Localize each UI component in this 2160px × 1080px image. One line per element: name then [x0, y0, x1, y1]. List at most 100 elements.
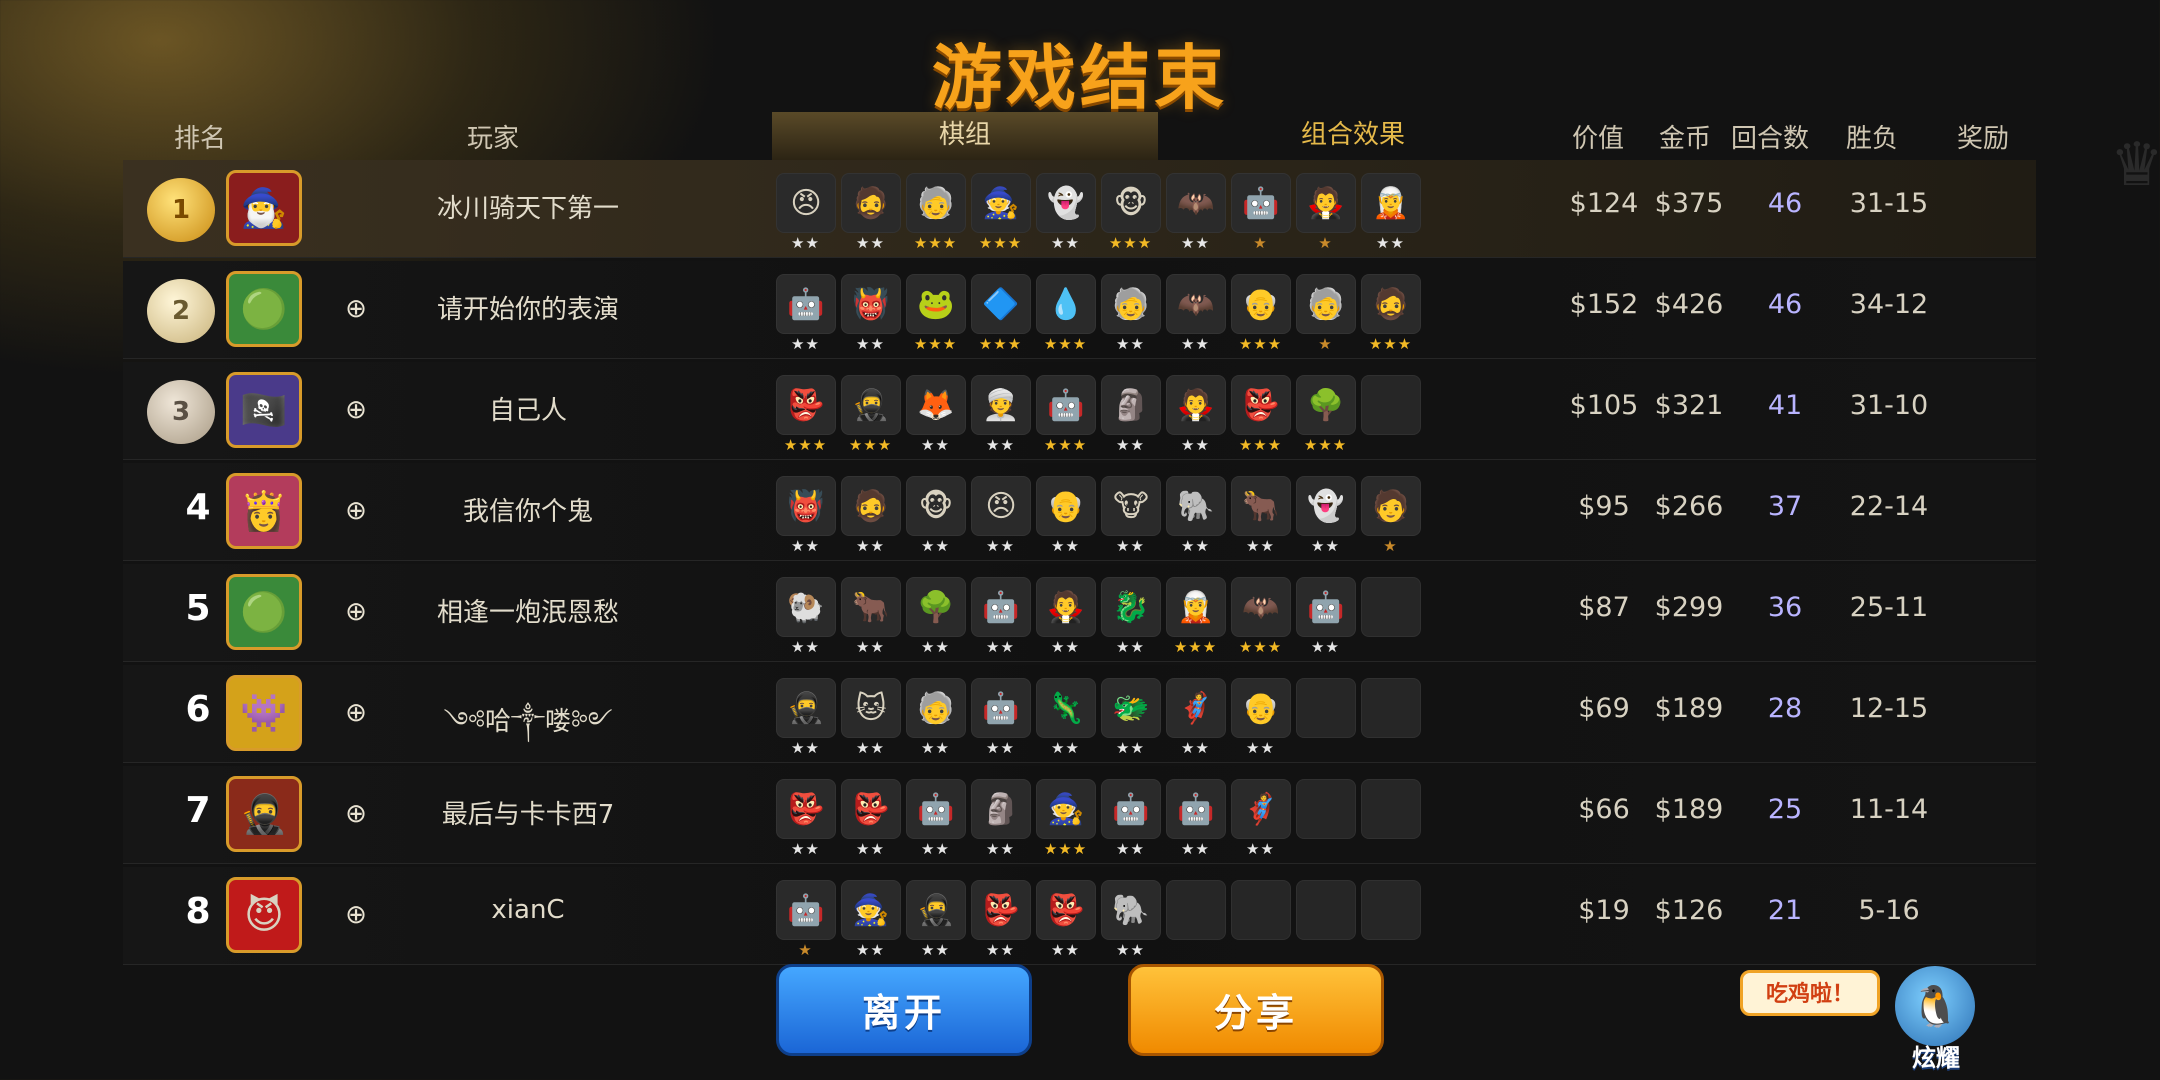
unit-slot[interactable]: 🐂 ★★: [1231, 476, 1291, 556]
player-row[interactable]: 5 🟢 ⊕ 相逢一炮泯恩愁 🐏 ★★ 🐂 ★★ 🌳 ★★ 🤖 ★★ 🧛 ★★ 🐉 ★★ 🧝 ★★★ 🦇 ★★★ 🤖 ★★ $…: [123, 564, 2036, 662]
unit-slot[interactable]: 🌳 ★★: [906, 577, 966, 657]
unit-slot[interactable]: 👳 ★★: [971, 375, 1031, 455]
unit-slot[interactable]: 🥷 ★★★: [841, 375, 901, 455]
unit-slot[interactable]: 🦇 ★★: [1166, 173, 1226, 253]
player-row[interactable]: 2 🟢 ⊕ 请开始你的表演 🤖 ★★ 👹 ★★ 🐸 ★★★ 🔷 ★★★ 💧 ★★★ 🧓 ★★ 🦇 ★★ 👴 ★★★ 🧓 ★…: [123, 261, 2036, 359]
unit-slot[interactable]: 🧛 ★★: [1166, 375, 1226, 455]
unit-slot[interactable]: 🐮 ★★: [1101, 476, 1161, 556]
unit-slot[interactable]: 🤖 ★★: [971, 678, 1031, 758]
tab-lineup[interactable]: 棋组: [772, 112, 1158, 163]
unit-slot[interactable]: 👹 ★★: [841, 274, 901, 354]
unit-slot[interactable]: 🐱 ★★: [841, 678, 901, 758]
unit-slot[interactable]: 🐘 ★★: [1101, 880, 1161, 960]
add-friend-icon[interactable]: ⊕: [340, 798, 372, 830]
unit-slot[interactable]: 🧛 ★: [1296, 173, 1356, 253]
unit-slot[interactable]: 🧝 ★★: [1361, 173, 1421, 253]
unit-slot[interactable]: 🤖 ★★: [1166, 779, 1226, 859]
player-avatar[interactable]: 🏴‍☠️: [226, 372, 302, 448]
unit-slot[interactable]: 👴 ★★: [1036, 476, 1096, 556]
unit-slot[interactable]: 🦸 ★★: [1231, 779, 1291, 859]
share-button[interactable]: 分享: [1128, 964, 1384, 1056]
unit-slot[interactable]: 🧔 ★★★: [1361, 274, 1421, 354]
mascot-icon[interactable]: 🐧: [1895, 966, 1975, 1046]
unit-slot[interactable]: 🐏 ★★: [776, 577, 836, 657]
unit-slot[interactable]: 🗿 ★★: [1101, 375, 1161, 455]
unit-slot[interactable]: 👴 ★★★: [1231, 274, 1291, 354]
player-avatar[interactable]: 👾: [226, 675, 302, 751]
show-off-label[interactable]: 炫耀: [1898, 1038, 1974, 1073]
player-avatar[interactable]: 😈: [226, 877, 302, 953]
unit-slot[interactable]: 🔷 ★★★: [971, 274, 1031, 354]
leave-button[interactable]: 离开: [776, 964, 1032, 1056]
unit-slot[interactable]: 🤖 ★: [776, 880, 836, 960]
add-friend-icon[interactable]: ⊕: [340, 697, 372, 729]
unit-slot[interactable]: 🦇 ★★: [1166, 274, 1226, 354]
unit-slot[interactable]: 🤖 ★★: [776, 274, 836, 354]
player-row[interactable]: 1 🧙‍♂️ 冰川骑天下第一 😠 ★★ 🧔 ★★ 🧓 ★★★ 🧙 ★★★ 👻 ★★ 🐵 ★★★ 🦇 ★★ 🤖 ★ 🧛 ★…: [123, 160, 2036, 258]
unit-slot[interactable]: 👺 ★★: [1036, 880, 1096, 960]
add-friend-icon[interactable]: ⊕: [340, 293, 372, 325]
unit-slot[interactable]: 👺 ★★: [776, 779, 836, 859]
unit-slot[interactable]: 🧝 ★★★: [1166, 577, 1226, 657]
unit-slot[interactable]: 👺 ★★★: [776, 375, 836, 455]
unit-slot[interactable]: 🧓 ★★★: [906, 173, 966, 253]
unit-slot[interactable]: 🌳 ★★★: [1296, 375, 1356, 455]
player-row[interactable]: 3 🏴‍☠️ ⊕ 自己人 👺 ★★★ 🥷 ★★★ 🦊 ★★ 👳 ★★ 🤖 ★★★ 🗿 ★★ 🧛 ★★ 👺 ★★★ 🌳 ★★…: [123, 362, 2036, 460]
add-friend-icon[interactable]: ⊕: [340, 495, 372, 527]
unit-slot[interactable]: 🤖 ★★: [906, 779, 966, 859]
unit-slot[interactable]: 🧙 ★★★: [1036, 779, 1096, 859]
unit-slot[interactable]: 👻 ★★: [1296, 476, 1356, 556]
unit-slot[interactable]: 🧓 ★: [1296, 274, 1356, 354]
unit-slot[interactable]: 🦇 ★★★: [1231, 577, 1291, 657]
player-avatar[interactable]: 🧙‍♂️: [226, 170, 302, 246]
unit-slot[interactable]: 🤖 ★★★: [1036, 375, 1096, 455]
unit-slot[interactable]: 🦸 ★★: [1166, 678, 1226, 758]
unit-slot[interactable]: 🤖 ★: [1231, 173, 1291, 253]
unit-slot[interactable]: 👹 ★★: [776, 476, 836, 556]
unit-slot[interactable]: 🐲 ★★: [1101, 678, 1161, 758]
unit-slot[interactable]: 💧 ★★★: [1036, 274, 1096, 354]
tab-synergy[interactable]: 组合效果: [1158, 112, 1548, 160]
unit-slot[interactable]: 🧔 ★★: [841, 476, 901, 556]
unit-slot[interactable]: 🐉 ★★: [1101, 577, 1161, 657]
player-avatar[interactable]: 🟢: [226, 574, 302, 650]
unit-slot[interactable]: 🐸 ★★★: [906, 274, 966, 354]
unit-slot[interactable]: 🧑 ★: [1361, 476, 1421, 556]
unit-portrait-icon: 🧓: [1101, 274, 1161, 334]
unit-slot[interactable]: 🥷 ★★: [906, 880, 966, 960]
unit-slot[interactable]: 🗿 ★★: [971, 779, 1031, 859]
player-row[interactable]: 7 🥷 ⊕ 最后与卡卡西7 👺 ★★ 👺 ★★ 🤖 ★★ 🗿 ★★ 🧙 ★★★ 🤖 ★★ 🤖 ★★ 🦸 ★★ $66 $1…: [123, 766, 2036, 864]
player-avatar[interactable]: 👸: [226, 473, 302, 549]
unit-slot[interactable]: 👺 ★★: [971, 880, 1031, 960]
add-friend-icon[interactable]: ⊕: [340, 394, 372, 426]
unit-slot[interactable]: 🧓 ★★: [1101, 274, 1161, 354]
unit-slot[interactable]: 🐵 ★★: [906, 476, 966, 556]
unit-slot[interactable]: 🧙 ★★★: [971, 173, 1031, 253]
unit-slot[interactable]: 🐂 ★★: [841, 577, 901, 657]
add-friend-icon[interactable]: ⊕: [340, 596, 372, 628]
unit-slot[interactable]: 👺 ★★: [841, 779, 901, 859]
unit-slot[interactable]: 🥷 ★★: [776, 678, 836, 758]
unit-slot[interactable]: 👻 ★★: [1036, 173, 1096, 253]
unit-slot[interactable]: 👴 ★★: [1231, 678, 1291, 758]
player-row[interactable]: 6 👾 ⊕ ༺哈༒喽༻ 🥷 ★★ 🐱 ★★ 🧓 ★★ 🤖 ★★ 🦎 ★★ 🐲 ★★ 🦸 ★★ 👴 ★★ $69 $189 2…: [123, 665, 2036, 763]
unit-slot[interactable]: 😠 ★★: [776, 173, 836, 253]
unit-slot[interactable]: 🧔 ★★: [841, 173, 901, 253]
unit-slot[interactable]: 😠 ★★: [971, 476, 1031, 556]
add-friend-icon[interactable]: ⊕: [340, 899, 372, 931]
unit-slot[interactable]: 🦊 ★★: [906, 375, 966, 455]
player-row[interactable]: 4 👸 ⊕ 我信你个鬼 👹 ★★ 🧔 ★★ 🐵 ★★ 😠 ★★ 👴 ★★ 🐮 ★★ 🐘 ★★ 🐂 ★★ 👻 ★★ 🧑 ★ $95…: [123, 463, 2036, 561]
unit-slot[interactable]: 🐵 ★★★: [1101, 173, 1161, 253]
unit-slot[interactable]: 👺 ★★★: [1231, 375, 1291, 455]
player-avatar[interactable]: 🟢: [226, 271, 302, 347]
unit-slot[interactable]: 🧛 ★★: [1036, 577, 1096, 657]
unit-slot[interactable]: 🐘 ★★: [1166, 476, 1226, 556]
unit-slot[interactable]: 🤖 ★★: [1101, 779, 1161, 859]
player-row[interactable]: 8 😈 ⊕ xianC 🤖 ★ 🧙 ★★ 🥷 ★★ 👺 ★★ 👺 ★★ 🐘 ★★ $19 $126 21 5-16: [123, 867, 2036, 965]
unit-slot[interactable]: 🧓 ★★: [906, 678, 966, 758]
unit-slot[interactable]: 🤖 ★★: [971, 577, 1031, 657]
unit-slot[interactable]: 🦎 ★★: [1036, 678, 1096, 758]
player-avatar[interactable]: 🥷: [226, 776, 302, 852]
unit-slot[interactable]: 🧙 ★★: [841, 880, 901, 960]
unit-slot[interactable]: 🤖 ★★: [1296, 577, 1356, 657]
